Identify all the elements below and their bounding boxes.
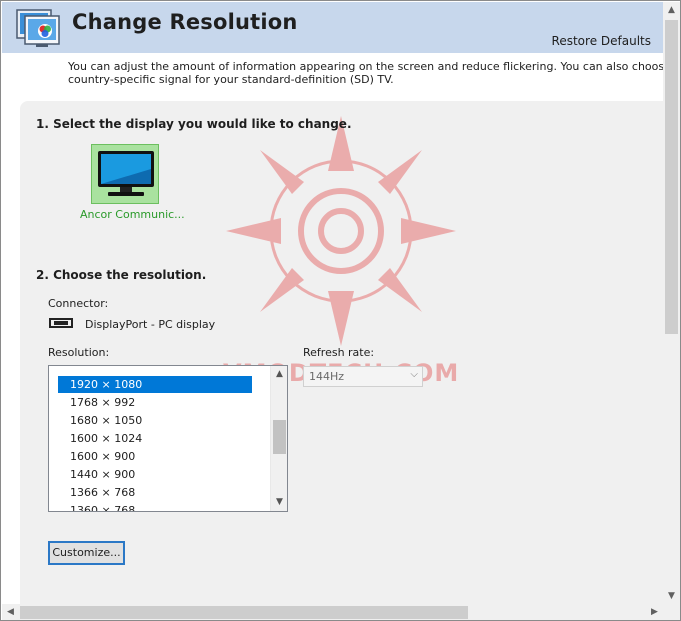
connector-label: Connector: [48,297,109,310]
display-name-label: Ancor Communic... [80,208,185,221]
scroll-left-icon[interactable]: ◀ [2,604,19,620]
listbox-scrollbar[interactable]: ▲ ▼ [270,366,287,511]
vertical-scrollbar[interactable]: ▲ ▼ [663,2,680,605]
refresh-rate-value: 144Hz [309,370,345,383]
page-title: Change Resolution [72,10,298,34]
monitor-icon [98,151,154,196]
scroll-up-icon[interactable]: ▲ [271,366,287,383]
section-select-display-heading: 1. Select the display you would like to … [36,117,352,131]
resolution-option[interactable]: 1600 × 900 [58,448,252,465]
refresh-rate-dropdown[interactable]: 144Hz ⌵ [303,366,423,387]
scrollbar-corner [663,604,680,620]
resolution-option[interactable]: 1768 × 992 [58,394,252,411]
resolution-option[interactable]: 1360 × 768 [58,502,252,511]
refresh-rate-label: Refresh rate: [303,346,375,359]
resolution-option[interactable]: 1366 × 768 [58,484,252,501]
section-choose-resolution-heading: 2. Choose the resolution. [36,268,207,282]
scroll-up-icon[interactable]: ▲ [663,2,680,19]
scroll-down-icon[interactable]: ▼ [663,588,680,605]
display-settings-icon [16,9,60,47]
description: You can adjust the amount of information… [68,60,664,86]
listbox-scroll-thumb[interactable] [273,420,286,454]
chevron-down-icon: ⌵ [410,369,418,380]
vertical-scroll-thumb[interactable] [665,20,678,334]
description-line-1: You can adjust the amount of information… [68,60,664,73]
scroll-right-icon[interactable]: ▶ [646,604,663,620]
customize-button[interactable]: Customize... [48,541,125,565]
restore-defaults-link[interactable]: Restore Defaults [552,34,651,48]
header-bar: Change Resolution Restore Defaults [2,2,663,53]
resolution-option[interactable]: 1920 × 1080 [58,376,252,393]
connector-value: DisplayPort - PC display [85,318,216,331]
displayport-icon [49,318,73,328]
description-line-2: country-specific signal for your standar… [68,73,394,86]
resolution-label: Resolution: [48,346,110,359]
resolution-listbox[interactable]: 1920 × 1080 1768 × 992 1680 × 1050 1600 … [48,365,288,512]
resolution-option[interactable]: 1680 × 1050 [58,412,252,429]
resolution-option[interactable]: 1440 × 900 [58,466,252,483]
watermark-logo-icon [226,116,456,346]
window: Change Resolution Restore Defaults You c… [0,0,681,621]
horizontal-scroll-thumb[interactable] [20,606,468,619]
display-tile[interactable] [91,144,159,204]
resolution-option[interactable]: 1600 × 1024 [58,430,252,447]
scroll-down-icon[interactable]: ▼ [271,494,287,511]
horizontal-scrollbar[interactable]: ◀ ▶ [2,604,663,620]
